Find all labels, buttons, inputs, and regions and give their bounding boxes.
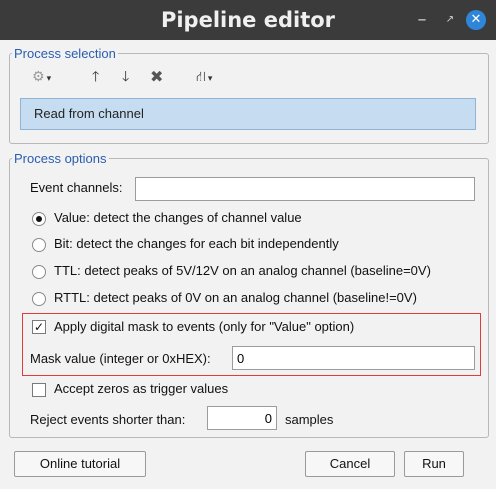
pipeline-editor-window: Pipeline editor – ↗ ✕ Process selection … xyxy=(0,0,496,489)
arrow-down-icon: 🡓 xyxy=(122,69,130,85)
online-tutorial-button[interactable]: Online tutorial xyxy=(14,451,146,477)
process-selection-legend: Process selection xyxy=(14,46,116,61)
close-button[interactable]: ✕ xyxy=(466,10,486,30)
move-down-button[interactable]: 🡓 xyxy=(122,67,129,87)
radio-value-label[interactable]: Value: detect the changes of channel val… xyxy=(54,210,302,225)
radio-bit[interactable] xyxy=(32,238,46,252)
run-button[interactable]: Run xyxy=(404,451,464,477)
accept-zeros-label[interactable]: Accept zeros as trigger values xyxy=(54,381,228,396)
radio-value[interactable] xyxy=(32,212,46,226)
reject-unit-label: samples xyxy=(285,412,334,427)
apply-mask-checkbox[interactable]: ✓ xyxy=(32,320,46,334)
maximize-button[interactable]: ↗ xyxy=(440,10,460,30)
radio-ttl-label[interactable]: TTL: detect peaks of 5V/12V on an analog… xyxy=(54,263,431,278)
event-channels-input[interactable] xyxy=(135,177,475,201)
event-channels-label: Event channels: xyxy=(30,180,123,195)
delete-process-button[interactable]: ✖ xyxy=(150,67,163,87)
apply-mask-label[interactable]: Apply digital mask to events (only for "… xyxy=(54,319,354,334)
radio-ttl[interactable] xyxy=(32,265,46,279)
accept-zeros-checkbox[interactable] xyxy=(32,383,46,397)
tree-dropdown-button[interactable]: ⛙ ▾ xyxy=(196,67,212,87)
radio-rttl[interactable] xyxy=(32,292,46,306)
delete-icon: ✖ xyxy=(150,67,164,86)
reject-events-label: Reject events shorter than: xyxy=(30,412,186,427)
chevron-down-icon: ▾ xyxy=(46,74,52,84)
selected-process-item[interactable]: Read from channel xyxy=(20,98,476,130)
radio-bit-label[interactable]: Bit: detect the changes for each bit ind… xyxy=(54,236,339,251)
arrow-up-icon: 🡑 xyxy=(92,69,100,85)
chevron-down-icon: ▾ xyxy=(207,74,213,84)
gear-dropdown-button[interactable]: ⚙ ▾ xyxy=(32,67,51,87)
process-options-legend: Process options xyxy=(14,151,107,166)
gear-icon: ⚙ xyxy=(32,69,45,85)
minimize-button[interactable]: – xyxy=(412,10,432,30)
mask-value-input[interactable] xyxy=(232,346,475,370)
checkmark-icon: ✓ xyxy=(33,320,45,334)
cancel-button[interactable]: Cancel xyxy=(305,451,395,477)
mask-value-label: Mask value (integer or 0xHEX): xyxy=(30,351,211,366)
tree-icon: ⛙ xyxy=(196,69,206,85)
reject-samples-input[interactable] xyxy=(207,406,277,430)
radio-rttl-label[interactable]: RTTL: detect peaks of 0V on an analog ch… xyxy=(54,290,417,305)
move-up-button[interactable]: 🡑 xyxy=(92,67,99,87)
